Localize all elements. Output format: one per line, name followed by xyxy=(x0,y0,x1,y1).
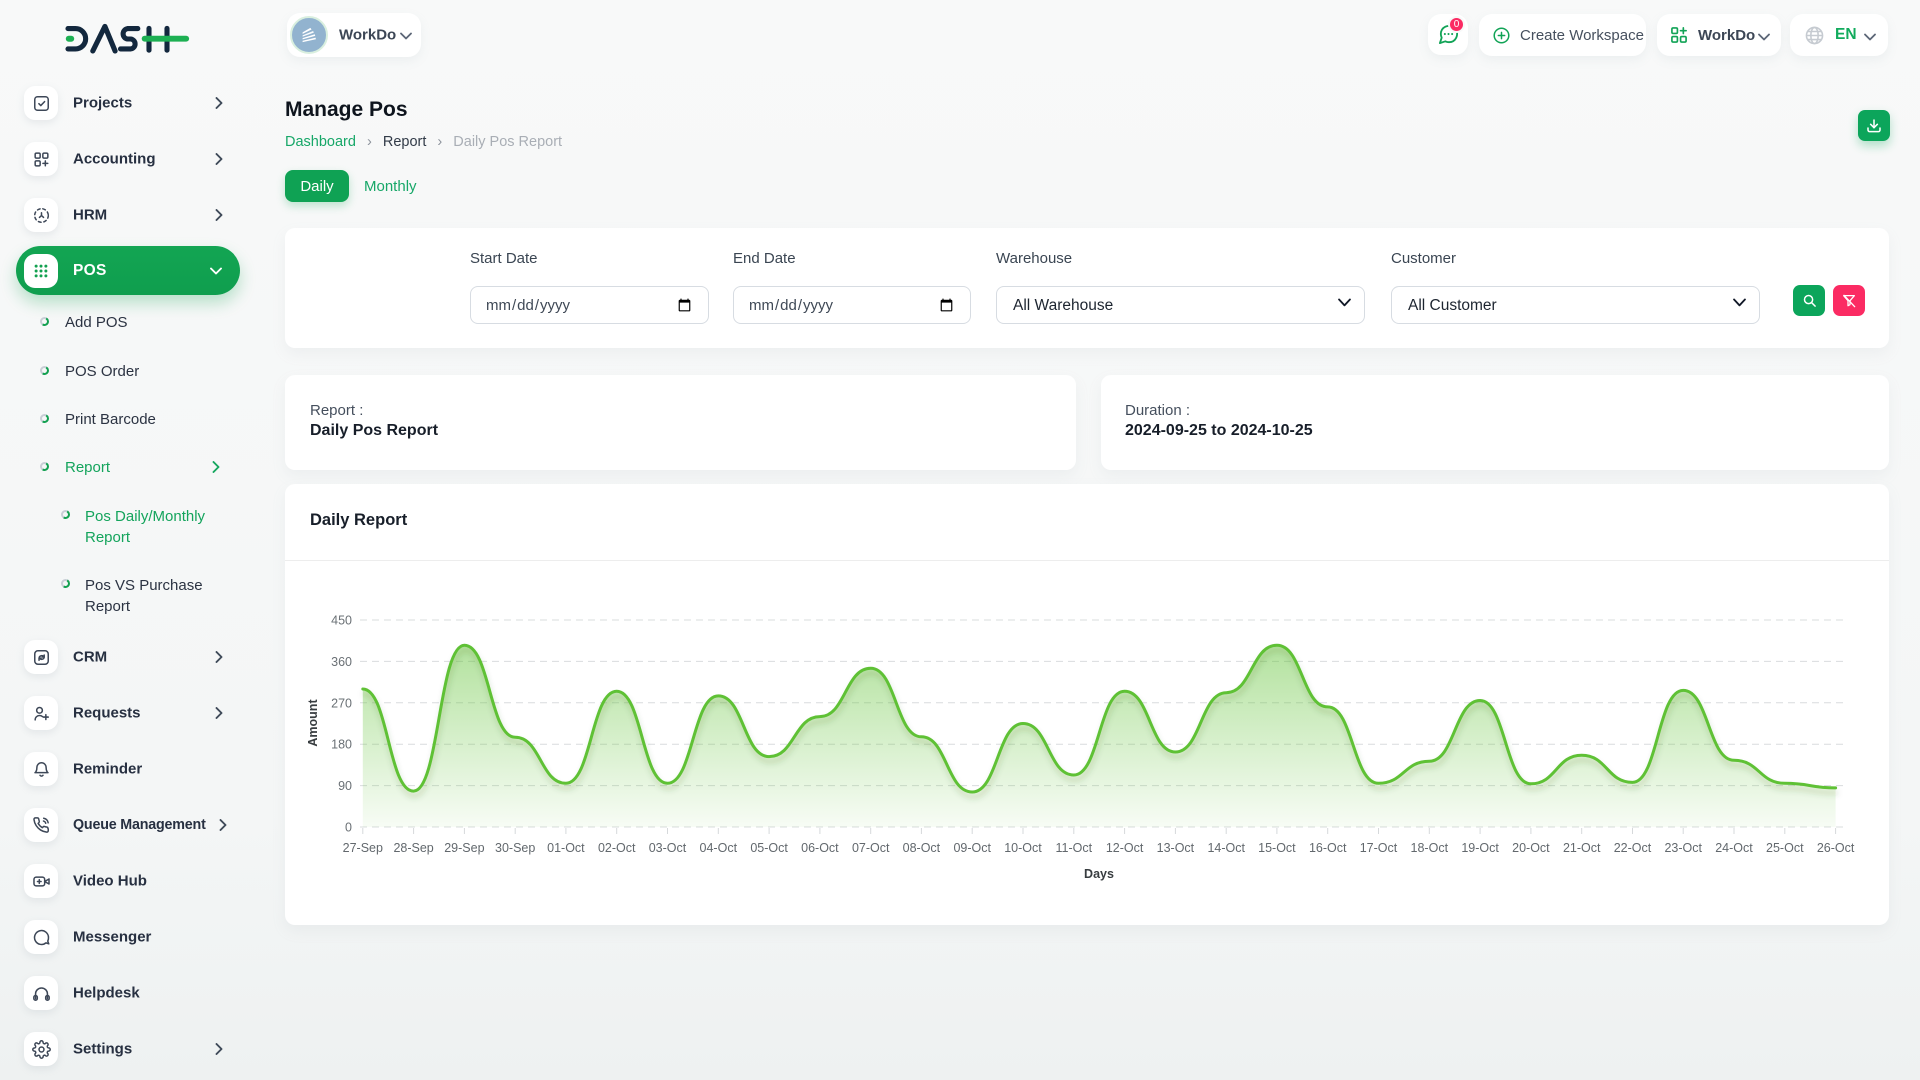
svg-text:08-Oct: 08-Oct xyxy=(903,841,941,855)
svg-text:12-Oct: 12-Oct xyxy=(1106,841,1144,855)
svg-text:06-Oct: 06-Oct xyxy=(801,841,839,855)
svg-text:13-Oct: 13-Oct xyxy=(1157,841,1195,855)
svg-text:450: 450 xyxy=(331,614,352,628)
svg-text:19-Oct: 19-Oct xyxy=(1461,841,1499,855)
svg-text:18-Oct: 18-Oct xyxy=(1411,841,1449,855)
svg-text:03-Oct: 03-Oct xyxy=(649,841,687,855)
svg-text:11-Oct: 11-Oct xyxy=(1056,841,1093,855)
svg-text:Amount: Amount xyxy=(306,699,320,747)
svg-text:Days: Days xyxy=(1084,867,1114,881)
svg-text:30-Sep: 30-Sep xyxy=(495,841,535,855)
svg-text:17-Oct: 17-Oct xyxy=(1360,841,1398,855)
svg-text:15-Oct: 15-Oct xyxy=(1258,841,1296,855)
svg-text:0: 0 xyxy=(345,821,352,835)
svg-text:23-Oct: 23-Oct xyxy=(1664,841,1702,855)
svg-text:26-Oct: 26-Oct xyxy=(1817,841,1855,855)
svg-text:10-Oct: 10-Oct xyxy=(1004,841,1042,855)
svg-text:02-Oct: 02-Oct xyxy=(598,841,636,855)
svg-text:90: 90 xyxy=(338,779,352,793)
svg-text:29-Sep: 29-Sep xyxy=(444,841,484,855)
svg-text:270: 270 xyxy=(331,696,352,710)
svg-text:21-Oct: 21-Oct xyxy=(1563,841,1601,855)
svg-text:360: 360 xyxy=(331,655,352,669)
svg-text:20-Oct: 20-Oct xyxy=(1512,841,1550,855)
svg-text:28-Sep: 28-Sep xyxy=(393,841,433,855)
svg-text:04-Oct: 04-Oct xyxy=(700,841,738,855)
svg-text:09-Oct: 09-Oct xyxy=(953,841,991,855)
svg-text:14-Oct: 14-Oct xyxy=(1207,841,1245,855)
svg-text:27-Sep: 27-Sep xyxy=(343,841,383,855)
svg-text:22-Oct: 22-Oct xyxy=(1614,841,1652,855)
svg-text:05-Oct: 05-Oct xyxy=(750,841,788,855)
svg-text:24-Oct: 24-Oct xyxy=(1715,841,1753,855)
svg-text:180: 180 xyxy=(331,738,352,752)
svg-text:07-Oct: 07-Oct xyxy=(852,841,890,855)
svg-text:01-Oct: 01-Oct xyxy=(547,841,585,855)
svg-text:25-Oct: 25-Oct xyxy=(1766,841,1804,855)
svg-text:16-Oct: 16-Oct xyxy=(1309,841,1347,855)
